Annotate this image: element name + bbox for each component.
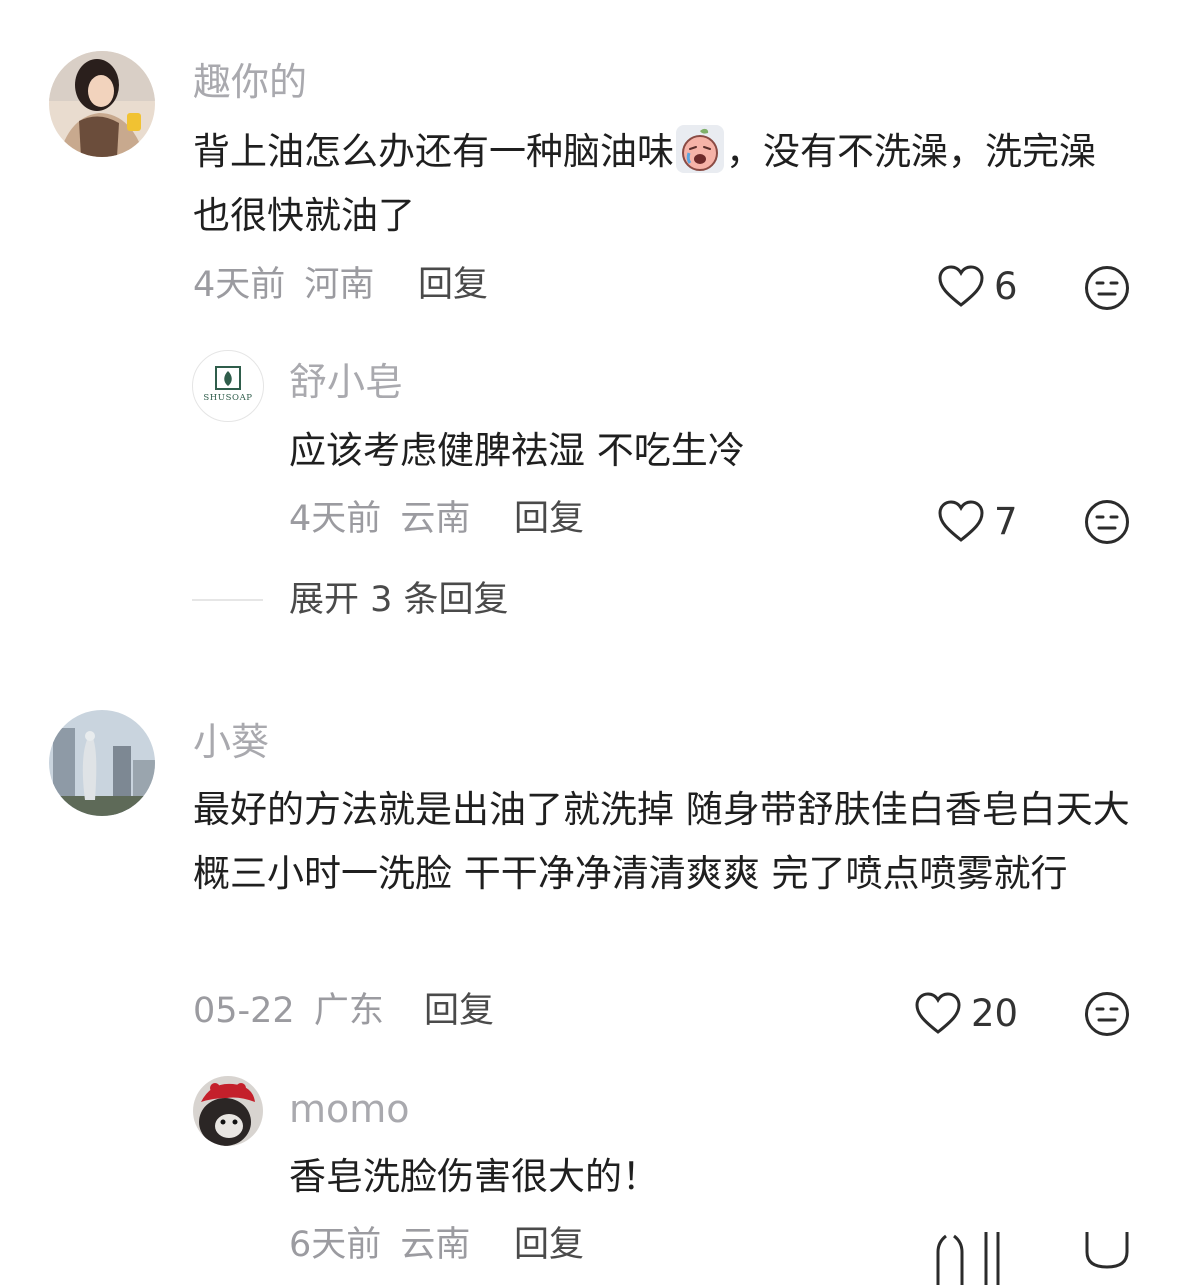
dislike-button[interactable] xyxy=(1084,499,1130,549)
location: 河南 xyxy=(304,265,375,305)
like-count: 7 xyxy=(994,499,1018,543)
like-button[interactable]: 20 xyxy=(914,991,1018,1035)
location: 云南 xyxy=(400,1225,471,1265)
avatar[interactable] xyxy=(49,51,155,157)
dislike-button[interactable] xyxy=(1084,265,1130,315)
timestamp: 6天前 xyxy=(289,1225,382,1265)
reply-meta: 6天前 云南 xyxy=(289,1228,470,1263)
comment-meta: 4天前 河南 xyxy=(193,268,374,303)
comment-text: 背上油怎么办还有一种脑油味 ，没有不洗澡，洗完澡也很快就油了 xyxy=(193,120,1128,248)
reply-text: 香皂洗脸伤害很大的！ xyxy=(289,1155,659,1198)
meh-face-icon xyxy=(1085,1232,1129,1269)
username[interactable]: 小葵 xyxy=(193,723,269,761)
username[interactable]: momo xyxy=(289,1090,410,1128)
like-count: 20 xyxy=(971,991,1019,1035)
reply-button[interactable]: 回复 xyxy=(514,1228,584,1263)
reply-meta: 4天前 云南 xyxy=(289,502,470,537)
reply-text: 应该考虑健脾祛湿 不吃生冷 xyxy=(289,429,745,472)
timestamp: 4天前 xyxy=(193,265,286,305)
like-button[interactable] xyxy=(898,1222,1018,1285)
like-count: 6 xyxy=(994,264,1018,308)
avatar[interactable] xyxy=(193,1076,263,1146)
timestamp: 05-22 xyxy=(193,991,295,1031)
like-button[interactable]: 7 xyxy=(937,499,1018,543)
expand-divider xyxy=(192,599,263,601)
avatar-photo xyxy=(193,1076,263,1146)
location: 广东 xyxy=(313,991,384,1031)
dislike-button[interactable] xyxy=(1084,1222,1130,1285)
meh-face-icon xyxy=(1085,992,1129,1036)
reply-button[interactable]: 回复 xyxy=(514,502,584,537)
heart-outline-icon xyxy=(936,1232,1000,1285)
reply-button[interactable]: 回复 xyxy=(418,268,488,303)
meh-face-icon xyxy=(1085,500,1129,544)
location: 云南 xyxy=(400,499,471,539)
crying-peach-emoji-icon xyxy=(676,125,724,173)
comment-text: 最好的方法就是出油了就洗掉 随身带舒肤佳白香皂白天大概三小时一洗脸 干干净净清清… xyxy=(193,788,1130,895)
shusoap-logo-icon xyxy=(215,366,241,390)
avatar-photo xyxy=(49,51,155,157)
avatar[interactable] xyxy=(49,710,155,816)
heart-outline-icon xyxy=(915,992,961,1034)
heart-outline-icon xyxy=(938,500,984,542)
comment-meta: 05-22 广东 xyxy=(193,994,384,1029)
username[interactable]: 趣你的 xyxy=(193,63,307,101)
avatar-photo xyxy=(49,710,155,816)
heart-outline-icon xyxy=(938,265,984,307)
timestamp: 4天前 xyxy=(289,499,382,539)
dislike-button[interactable] xyxy=(1084,991,1130,1041)
expand-replies-button[interactable]: 展开 3 条回复 xyxy=(289,583,509,618)
username[interactable]: 舒小皂 xyxy=(289,363,403,401)
avatar[interactable]: SHUSOAP xyxy=(192,350,264,422)
meh-face-icon xyxy=(1085,266,1129,310)
logo-text: SHUSOAP xyxy=(203,393,253,403)
like-button[interactable]: 6 xyxy=(937,264,1018,308)
reply-button[interactable]: 回复 xyxy=(424,994,494,1029)
comment-text-part: 背上油怎么办还有一种脑油味 xyxy=(193,130,674,173)
